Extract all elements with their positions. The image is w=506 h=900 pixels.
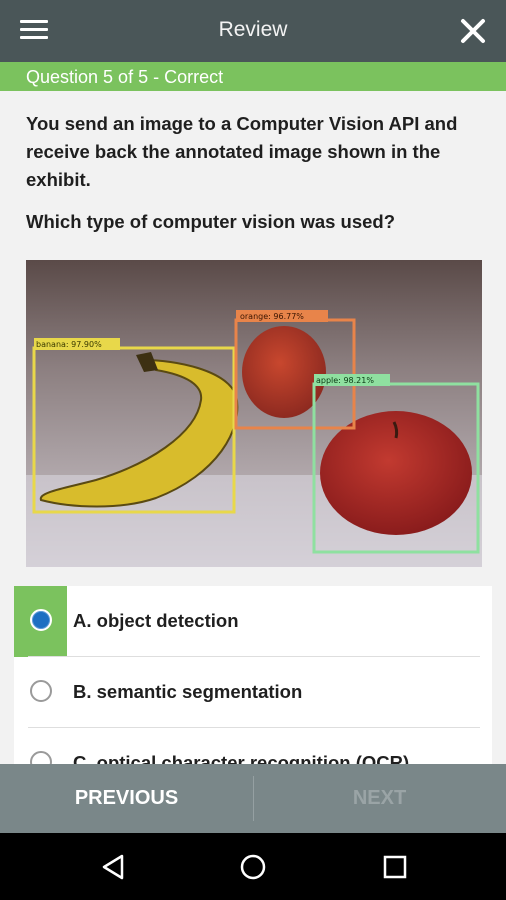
- question-status-text: Question 5 of 5 - Correct: [26, 67, 224, 87]
- answer-option-b[interactable]: B. semantic segmentation: [14, 657, 492, 728]
- question-block: You send an image to a Computer Vision A…: [26, 110, 486, 232]
- answer-label: A. object detection: [73, 610, 239, 631]
- next-button[interactable]: NEXT: [253, 764, 506, 833]
- home-circle-icon[interactable]: [238, 852, 268, 882]
- question-prompt: Which type of computer vision was used?: [26, 211, 396, 232]
- footer-bar: PREVIOUS NEXT: [0, 764, 506, 833]
- close-icon[interactable]: [458, 16, 488, 46]
- answer-option-a[interactable]: A. object detection: [14, 586, 492, 657]
- system-nav-bar: [0, 833, 506, 900]
- apple-label: apple: 98.21%: [316, 376, 374, 385]
- banana-label: banana: 97.90%: [36, 340, 102, 349]
- radio-unselected-icon[interactable]: [30, 680, 52, 702]
- back-triangle-icon[interactable]: [98, 852, 128, 882]
- orange-label: orange: 96.77%: [240, 312, 304, 321]
- page-title: Review: [218, 18, 288, 41]
- recents-square-icon[interactable]: [380, 852, 410, 882]
- answer-list: A. object detection B. semantic segmenta…: [14, 586, 492, 786]
- question-status-bar: Question 5 of 5 - Correct: [0, 62, 506, 91]
- app-bar: Review: [0, 0, 506, 62]
- question-text: You send an image to a Computer Vision A…: [26, 113, 458, 190]
- previous-button[interactable]: PREVIOUS: [0, 764, 253, 833]
- answer-label: B. semantic segmentation: [73, 681, 303, 702]
- radio-selected-icon[interactable]: [30, 609, 52, 631]
- exhibit-image: banana: 97.90% orange: 96.77% apple: 98.…: [26, 260, 482, 567]
